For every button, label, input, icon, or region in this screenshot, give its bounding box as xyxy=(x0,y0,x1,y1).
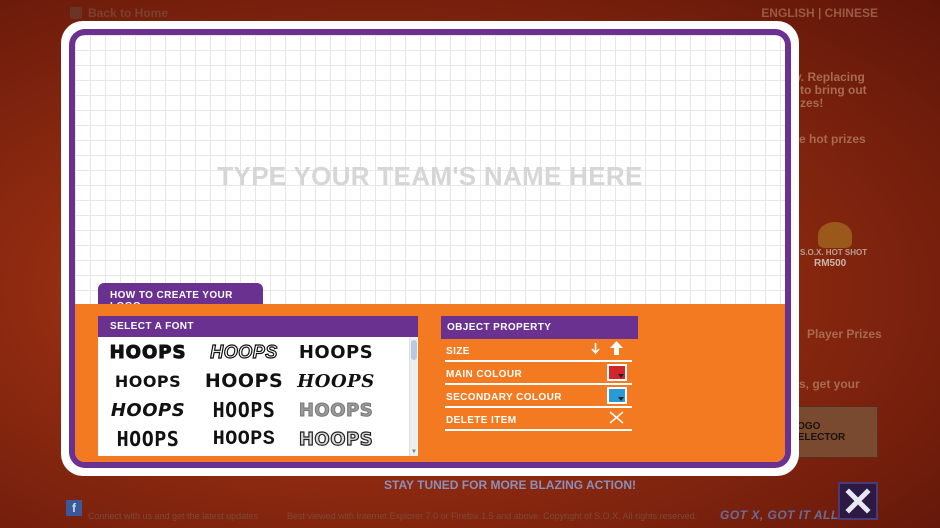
font-sample: HOOPS xyxy=(298,428,374,450)
size-increase-button[interactable] xyxy=(610,341,623,355)
arrow-up-icon xyxy=(610,341,623,355)
font-option[interactable]: HOOPS xyxy=(198,368,290,394)
font-sample: HOOPS xyxy=(109,341,187,363)
size-label: SIZE xyxy=(446,346,470,357)
arrow-down-icon xyxy=(591,342,600,354)
how-to-create-tab[interactable]: HOW TO CREATE YOUR LOGO xyxy=(98,283,263,312)
font-sample: HOOPS xyxy=(204,370,284,392)
modal-frame: TYPE YOUR TEAM'S NAME HERE HOW TO CREATE… xyxy=(69,29,791,468)
font-option[interactable]: HOOPS xyxy=(290,368,382,394)
close-icon xyxy=(845,488,871,514)
tools-panel: SELECT A FONT HOOPS HOOPS HOOPS HOOPS HO… xyxy=(75,304,785,462)
font-selector: SELECT A FONT HOOPS HOOPS HOOPS HOOPS HO… xyxy=(98,316,418,456)
size-row: SIZE xyxy=(445,339,632,362)
font-selector-title: SELECT A FONT xyxy=(98,316,418,337)
font-option[interactable]: HOOPS xyxy=(198,397,290,423)
hot-shot-badge: S.O.X. HOT SHOT RM500 xyxy=(800,222,880,282)
tagline-logo: GOT X, GOT IT ALL xyxy=(720,508,839,522)
logo-canvas[interactable]: TYPE YOUR TEAM'S NAME HERE HOW TO CREATE… xyxy=(75,35,785,462)
font-option[interactable]: HOOPS xyxy=(102,397,194,423)
badge-amount: RM500 xyxy=(814,258,847,269)
logo-selector-button[interactable]: LOGO SELECTOR xyxy=(790,406,878,458)
footer-copyright-text: Best viewed with Internet Explorer 7.0 o… xyxy=(287,511,698,521)
font-sample: HOOPS xyxy=(116,427,180,451)
delete-item-row: DELETE ITEM xyxy=(445,408,632,431)
font-option[interactable]: HOOPS xyxy=(198,426,290,452)
facebook-icon[interactable]: f xyxy=(66,500,82,516)
main-colour-row: MAIN COLOUR xyxy=(445,362,632,385)
font-sample: HOOPS xyxy=(298,399,374,421)
main-colour-label: MAIN COLOUR xyxy=(446,369,523,380)
dropdown-icon xyxy=(618,374,624,378)
font-option[interactable]: HOOPS xyxy=(290,397,382,423)
back-to-home-label: Back to Home xyxy=(88,6,169,20)
font-option[interactable]: HOOPS xyxy=(198,339,290,365)
font-sample: HOOPS xyxy=(212,427,276,451)
font-sample: HOOPS xyxy=(212,398,276,422)
object-property-title: OBJECT PROPERTY xyxy=(441,316,638,339)
font-sample: HOOPS xyxy=(110,399,186,421)
bg-intro-line-3: zes! xyxy=(800,96,824,110)
font-sample: HOOPS xyxy=(114,371,182,391)
footer-connect-text: Connect with us and get the latest updat… xyxy=(88,511,259,521)
delete-item-label: DELETE ITEM xyxy=(446,415,517,426)
delete-x-icon xyxy=(609,411,624,424)
bg-get-your-text: s, get your xyxy=(799,377,860,391)
bottom-banner: STAY TUNED FOR MORE BLAZING ACTION! xyxy=(384,478,636,492)
delete-item-button[interactable] xyxy=(609,411,624,424)
font-sample: HOOPS xyxy=(297,370,375,392)
font-sample: HOOPS xyxy=(298,341,374,363)
secondary-colour-swatch[interactable] xyxy=(607,387,627,404)
language-switcher[interactable]: ENGLISH | CHINESE xyxy=(761,6,878,20)
font-option[interactable]: HOOPS xyxy=(102,426,194,452)
size-decrease-button[interactable] xyxy=(591,342,600,354)
secondary-colour-row: SECONDARY COLOUR xyxy=(445,385,632,408)
object-property-panel: OBJECT PROPERTY SIZE MAIN COLOUR SECONDA… xyxy=(441,316,638,431)
bg-player-prizes-text: Player Prizes xyxy=(807,327,882,341)
secondary-colour-label: SECONDARY COLOUR xyxy=(446,392,562,403)
font-option[interactable]: HOOPS xyxy=(102,339,194,365)
home-icon xyxy=(70,7,82,19)
font-grid: HOOPS HOOPS HOOPS HOOPS HOOPS HOOPS HOOP… xyxy=(98,337,418,456)
font-sample: HOOPS xyxy=(210,341,278,362)
team-name-placeholder[interactable]: TYPE YOUR TEAM'S NAME HERE xyxy=(75,161,785,192)
font-list-scrollbar[interactable]: ▼ xyxy=(409,337,417,456)
logo-creator-modal: TYPE YOUR TEAM'S NAME HERE HOW TO CREATE… xyxy=(61,21,799,476)
main-colour-swatch[interactable] xyxy=(607,364,627,381)
bg-hot-prizes-text: e hot prizes xyxy=(799,132,866,146)
close-modal-button[interactable] xyxy=(838,482,878,520)
flame-icon xyxy=(818,222,852,248)
scroll-down-icon[interactable]: ▼ xyxy=(410,448,418,456)
back-to-home-link[interactable]: Back to Home xyxy=(70,6,168,20)
font-option[interactable]: HOOPS xyxy=(290,426,382,452)
font-option[interactable]: HOOPS xyxy=(290,339,382,365)
dropdown-icon xyxy=(618,397,624,401)
scroll-thumb[interactable] xyxy=(411,340,417,360)
font-option[interactable]: HOOPS xyxy=(102,368,194,394)
badge-title: S.O.X. HOT SHOT xyxy=(800,248,868,257)
